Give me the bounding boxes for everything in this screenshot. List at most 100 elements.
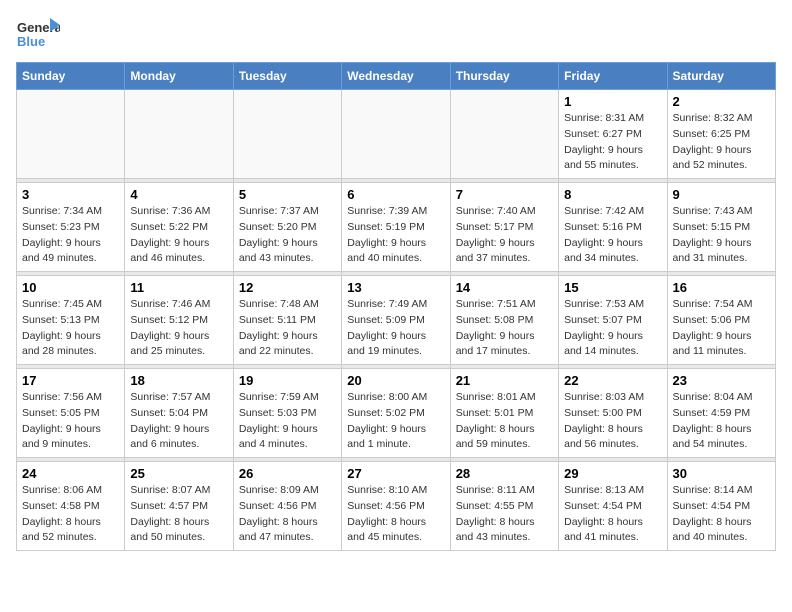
day-number: 5 <box>239 187 336 202</box>
day-info: Sunrise: 8:01 AM Sunset: 5:01 PM Dayligh… <box>456 390 553 453</box>
day-info: Sunrise: 8:13 AM Sunset: 4:54 PM Dayligh… <box>564 483 661 546</box>
day-info: Sunrise: 7:53 AM Sunset: 5:07 PM Dayligh… <box>564 297 661 360</box>
col-header-monday: Monday <box>125 63 233 90</box>
calendar-cell <box>125 90 233 179</box>
day-number: 20 <box>347 373 444 388</box>
day-info: Sunrise: 7:46 AM Sunset: 5:12 PM Dayligh… <box>130 297 227 360</box>
day-number: 8 <box>564 187 661 202</box>
day-number: 9 <box>673 187 770 202</box>
col-header-wednesday: Wednesday <box>342 63 450 90</box>
page-header: General Blue <box>16 16 776 54</box>
calendar-week-row: 1 Sunrise: 8:31 AM Sunset: 6:27 PM Daylig… <box>17 90 776 179</box>
day-info: Sunrise: 7:45 AM Sunset: 5:13 PM Dayligh… <box>22 297 119 360</box>
logo-container: General Blue <box>16 16 60 54</box>
day-info: Sunrise: 8:06 AM Sunset: 4:58 PM Dayligh… <box>22 483 119 546</box>
svg-text:Blue: Blue <box>17 34 45 49</box>
calendar-cell: 21 Sunrise: 8:01 AM Sunset: 5:01 PM Dayli… <box>450 369 558 458</box>
calendar-cell: 22 Sunrise: 8:03 AM Sunset: 5:00 PM Dayli… <box>559 369 667 458</box>
calendar-cell: 15 Sunrise: 7:53 AM Sunset: 5:07 PM Dayli… <box>559 276 667 365</box>
day-info: Sunrise: 7:42 AM Sunset: 5:16 PM Dayligh… <box>564 204 661 267</box>
day-info: Sunrise: 8:11 AM Sunset: 4:55 PM Dayligh… <box>456 483 553 546</box>
day-info: Sunrise: 7:34 AM Sunset: 5:23 PM Dayligh… <box>22 204 119 267</box>
calendar-table: SundayMondayTuesdayWednesdayThursdayFrid… <box>16 62 776 551</box>
day-info: Sunrise: 8:09 AM Sunset: 4:56 PM Dayligh… <box>239 483 336 546</box>
calendar-week-row: 17 Sunrise: 7:56 AM Sunset: 5:05 PM Dayli… <box>17 369 776 458</box>
day-number: 30 <box>673 466 770 481</box>
calendar-cell: 9Sunrise: 7:43 AM Sunset: 5:15 PM Daylig… <box>667 183 775 272</box>
calendar-week-row: 10 Sunrise: 7:45 AM Sunset: 5:13 PM Dayli… <box>17 276 776 365</box>
day-info: Sunrise: 7:37 AM Sunset: 5:20 PM Dayligh… <box>239 204 336 267</box>
day-info: Sunrise: 7:59 AM Sunset: 5:03 PM Dayligh… <box>239 390 336 453</box>
calendar-cell: 26 Sunrise: 8:09 AM Sunset: 4:56 PM Dayli… <box>233 462 341 551</box>
calendar-cell: 19 Sunrise: 7:59 AM Sunset: 5:03 PM Dayli… <box>233 369 341 458</box>
day-number: 6 <box>347 187 444 202</box>
calendar-cell: 1 Sunrise: 8:31 AM Sunset: 6:27 PM Daylig… <box>559 90 667 179</box>
calendar-cell: 11 Sunrise: 7:46 AM Sunset: 5:12 PM Dayli… <box>125 276 233 365</box>
calendar-cell: 12Sunrise: 7:48 AM Sunset: 5:11 PM Dayli… <box>233 276 341 365</box>
calendar-cell: 2Sunrise: 8:32 AM Sunset: 6:25 PM Daylig… <box>667 90 775 179</box>
day-number: 21 <box>456 373 553 388</box>
day-info: Sunrise: 7:49 AM Sunset: 5:09 PM Dayligh… <box>347 297 444 360</box>
calendar-cell: 17 Sunrise: 7:56 AM Sunset: 5:05 PM Dayli… <box>17 369 125 458</box>
day-info: Sunrise: 7:48 AM Sunset: 5:11 PM Dayligh… <box>239 297 336 360</box>
day-number: 10 <box>22 280 119 295</box>
calendar-cell: 6 Sunrise: 7:39 AM Sunset: 5:19 PM Daylig… <box>342 183 450 272</box>
calendar-cell: 23 Sunrise: 8:04 AM Sunset: 4:59 PM Dayli… <box>667 369 775 458</box>
day-info: Sunrise: 8:10 AM Sunset: 4:56 PM Dayligh… <box>347 483 444 546</box>
day-number: 11 <box>130 280 227 295</box>
day-number: 22 <box>564 373 661 388</box>
day-number: 26 <box>239 466 336 481</box>
calendar-cell: 8 Sunrise: 7:42 AM Sunset: 5:16 PM Daylig… <box>559 183 667 272</box>
calendar-cell: 14 Sunrise: 7:51 AM Sunset: 5:08 PM Dayli… <box>450 276 558 365</box>
day-info: Sunrise: 7:51 AM Sunset: 5:08 PM Dayligh… <box>456 297 553 360</box>
day-info: Sunrise: 8:07 AM Sunset: 4:57 PM Dayligh… <box>130 483 227 546</box>
logo-icon-container: General Blue <box>16 16 60 54</box>
day-number: 1 <box>564 94 661 109</box>
col-header-sunday: Sunday <box>17 63 125 90</box>
day-number: 14 <box>456 280 553 295</box>
calendar-cell: 29Sunrise: 8:13 AM Sunset: 4:54 PM Dayli… <box>559 462 667 551</box>
day-info: Sunrise: 7:54 AM Sunset: 5:06 PM Dayligh… <box>673 297 770 360</box>
calendar-cell <box>342 90 450 179</box>
calendar-cell: 27Sunrise: 8:10 AM Sunset: 4:56 PM Dayli… <box>342 462 450 551</box>
calendar-header-row: SundayMondayTuesdayWednesdayThursdayFrid… <box>17 63 776 90</box>
day-number: 17 <box>22 373 119 388</box>
calendar-cell: 7Sunrise: 7:40 AM Sunset: 5:17 PM Daylig… <box>450 183 558 272</box>
day-info: Sunrise: 8:04 AM Sunset: 4:59 PM Dayligh… <box>673 390 770 453</box>
calendar-cell: 28 Sunrise: 8:11 AM Sunset: 4:55 PM Dayli… <box>450 462 558 551</box>
calendar-cell: 13 Sunrise: 7:49 AM Sunset: 5:09 PM Dayli… <box>342 276 450 365</box>
day-number: 2 <box>673 94 770 109</box>
day-number: 25 <box>130 466 227 481</box>
calendar-cell: 18 Sunrise: 7:57 AM Sunset: 5:04 PM Dayli… <box>125 369 233 458</box>
col-header-thursday: Thursday <box>450 63 558 90</box>
calendar-cell: 5 Sunrise: 7:37 AM Sunset: 5:20 PM Daylig… <box>233 183 341 272</box>
day-info: Sunrise: 8:31 AM Sunset: 6:27 PM Dayligh… <box>564 111 661 174</box>
day-number: 16 <box>673 280 770 295</box>
calendar-week-row: 24 Sunrise: 8:06 AM Sunset: 4:58 PM Dayli… <box>17 462 776 551</box>
day-number: 24 <box>22 466 119 481</box>
col-header-saturday: Saturday <box>667 63 775 90</box>
day-number: 23 <box>673 373 770 388</box>
day-info: Sunrise: 7:39 AM Sunset: 5:19 PM Dayligh… <box>347 204 444 267</box>
day-number: 4 <box>130 187 227 202</box>
day-info: Sunrise: 8:14 AM Sunset: 4:54 PM Dayligh… <box>673 483 770 546</box>
day-number: 13 <box>347 280 444 295</box>
calendar-cell: 4 Sunrise: 7:36 AM Sunset: 5:22 PM Daylig… <box>125 183 233 272</box>
day-number: 28 <box>456 466 553 481</box>
day-number: 18 <box>130 373 227 388</box>
calendar-cell: 10 Sunrise: 7:45 AM Sunset: 5:13 PM Dayli… <box>17 276 125 365</box>
calendar-cell: 24 Sunrise: 8:06 AM Sunset: 4:58 PM Dayli… <box>17 462 125 551</box>
calendar-cell <box>17 90 125 179</box>
calendar-week-row: 3 Sunrise: 7:34 AM Sunset: 5:23 PM Daylig… <box>17 183 776 272</box>
day-info: Sunrise: 8:03 AM Sunset: 5:00 PM Dayligh… <box>564 390 661 453</box>
calendar-cell: 3 Sunrise: 7:34 AM Sunset: 5:23 PM Daylig… <box>17 183 125 272</box>
day-number: 19 <box>239 373 336 388</box>
day-number: 15 <box>564 280 661 295</box>
day-info: Sunrise: 7:57 AM Sunset: 5:04 PM Dayligh… <box>130 390 227 453</box>
day-info: Sunrise: 7:36 AM Sunset: 5:22 PM Dayligh… <box>130 204 227 267</box>
calendar-cell <box>450 90 558 179</box>
day-number: 3 <box>22 187 119 202</box>
day-info: Sunrise: 7:56 AM Sunset: 5:05 PM Dayligh… <box>22 390 119 453</box>
logo: General Blue <box>16 16 60 54</box>
calendar-cell <box>233 90 341 179</box>
